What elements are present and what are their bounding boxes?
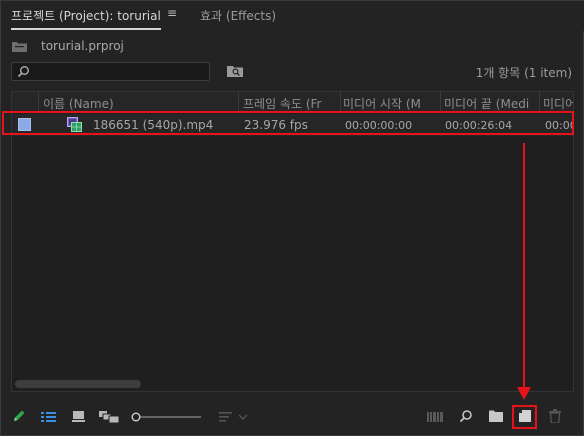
find-icon[interactable] (459, 409, 473, 423)
list-header: 이름 (Name) 프레임 속도 (Fr 미디어 시작 (M 미디어 끝 (Me… (12, 92, 573, 112)
tab-effects[interactable]: 효과 (Effects) (200, 7, 276, 24)
row-highlight-box (2, 111, 574, 135)
item-count: 1개 항목 (1 item) (475, 66, 572, 80)
bottom-toolbar (1, 401, 584, 436)
icon-view-icon[interactable] (72, 411, 85, 422)
zoom-slider[interactable] (131, 412, 201, 422)
project-items-list[interactable]: 이름 (Name) 프레임 속도 (Fr 미디어 시작 (M 미디어 끝 (Me… (11, 91, 574, 392)
trash-icon[interactable] (549, 409, 561, 423)
tab-project-label: 프로젝트 (Project): torurial (11, 9, 161, 23)
column-header-media-more[interactable]: 미디어 (543, 95, 573, 112)
column-separator (539, 92, 540, 112)
new-bin-icon[interactable] (489, 410, 503, 422)
automate-to-sequence-icon[interactable] (427, 412, 443, 422)
new-item-highlight-box (512, 405, 537, 429)
freeform-view-icon[interactable] (99, 411, 119, 423)
project-filename: torurial.prproj (41, 39, 124, 53)
column-header-media-end[interactable]: 미디어 끝 (Medi (444, 95, 539, 112)
column-separator (340, 92, 341, 112)
horizontal-scrollbar[interactable] (12, 378, 573, 389)
search-icon (17, 66, 29, 78)
column-header-name[interactable]: 이름 (Name) (43, 95, 114, 112)
list-view-icon[interactable] (41, 411, 56, 423)
sort-icon[interactable] (219, 411, 249, 423)
column-separator (440, 92, 441, 112)
scrollbar-thumb[interactable] (15, 380, 141, 388)
panel-menu-icon[interactable]: ≡ (167, 6, 177, 20)
search-input[interactable] (11, 62, 210, 81)
project-file-row: torurial.prproj (1, 33, 584, 59)
tab-project[interactable]: 프로젝트 (Project): torurial (11, 7, 161, 30)
column-separator (38, 92, 39, 112)
tab-active-underline (11, 28, 161, 30)
tab-bar: 프로젝트 (Project): torurial ≡ 효과 (Effects) (1, 1, 584, 31)
column-header-frame-rate[interactable]: 프레임 속도 (Fr (243, 95, 338, 112)
project-folder-icon (12, 42, 27, 52)
column-header-media-start[interactable]: 미디어 시작 (M (343, 95, 437, 112)
pencil-icon[interactable] (12, 409, 26, 423)
column-separator (238, 92, 239, 112)
new-search-bin-icon[interactable] (227, 65, 243, 77)
project-panel: 프로젝트 (Project): torurial ≡ 효과 (Effects) … (0, 0, 584, 436)
